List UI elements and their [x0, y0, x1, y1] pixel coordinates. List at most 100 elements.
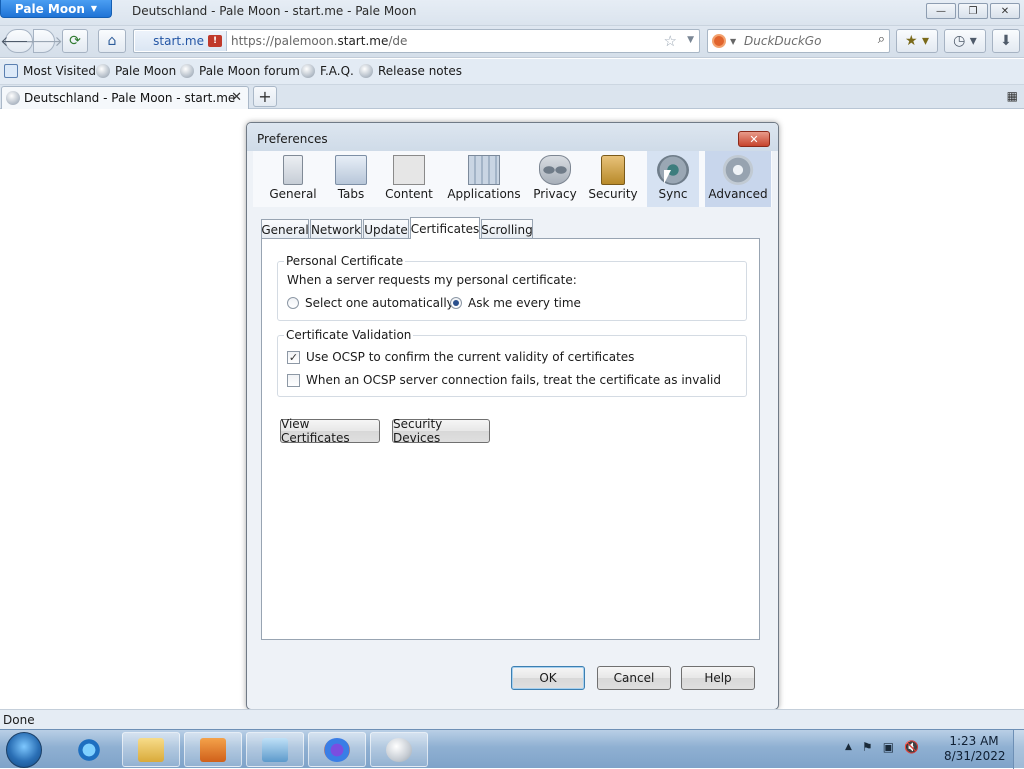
pane-privacy[interactable]: Privacy: [531, 151, 579, 207]
pane-content[interactable]: Content: [383, 151, 435, 207]
privacy-mask-icon: [539, 155, 571, 185]
new-tab-button[interactable]: +: [253, 86, 277, 107]
show-hidden-icons-button[interactable]: ▲: [845, 740, 852, 754]
taskbar-media-player[interactable]: [184, 732, 242, 767]
gear-icon: [722, 155, 754, 185]
home-button[interactable]: ⌂: [98, 29, 126, 53]
search-icon[interactable]: ⌕: [878, 32, 885, 47]
ok-button[interactable]: OK: [511, 666, 585, 690]
radio-button[interactable]: [287, 297, 299, 309]
start-button[interactable]: [6, 732, 42, 768]
duckduckgo-engine-icon[interactable]: [712, 34, 726, 48]
taskbar-file-explorer[interactable]: [122, 732, 180, 767]
volume-muted-icon[interactable]: 🔇: [904, 740, 919, 754]
pane-applications[interactable]: Applications: [445, 151, 523, 207]
system-clock[interactable]: 1:23 AM 8/31/2022: [944, 734, 1006, 764]
radio-label: Ask me every time: [468, 296, 581, 310]
padlock-icon: [601, 155, 625, 185]
history-button[interactable]: ◷ ▾: [944, 29, 986, 53]
cancel-button[interactable]: Cancel: [597, 666, 671, 690]
globe-icon: [301, 64, 315, 78]
app-menu-label: Pale Moon: [14, 1, 85, 16]
pale-moon-icon: [386, 737, 412, 762]
subtab-scrolling[interactable]: Scrolling: [481, 219, 533, 239]
mixed-content-warning-icon: !: [208, 35, 222, 47]
site-identity-button[interactable]: start.me !: [135, 31, 227, 51]
taskbar-pale-moon[interactable]: [370, 732, 428, 767]
url-domain: start.me: [337, 34, 389, 48]
checkbox-label: Use OCSP to confirm the current validity…: [306, 350, 635, 364]
group-legend: Certificate Validation: [284, 328, 414, 342]
view-certificates-button[interactable]: View Certificates: [280, 417, 380, 445]
checkbox-ocsp-fail-invalid[interactable]: When an OCSP server connection fails, tr…: [287, 373, 721, 387]
address-bar[interactable]: start.me ! https://palemoon.start.me/de …: [133, 29, 700, 53]
taskbar-internet-explorer[interactable]: [60, 732, 118, 767]
bookmark-page-star-icon[interactable]: ☆: [664, 32, 677, 50]
radio-ask-every-time[interactable]: Ask me every time: [450, 296, 581, 310]
minimize-button[interactable]: —: [926, 3, 956, 19]
subtab-general[interactable]: General: [261, 219, 309, 239]
checkmark-icon[interactable]: ✓: [287, 350, 300, 364]
bookmark-pale-moon[interactable]: Pale Moon: [96, 64, 176, 78]
pane-label: General: [269, 187, 317, 201]
pane-label: Tabs: [337, 187, 365, 201]
search-bar[interactable]: ▼ DuckDuckGo ⌕: [707, 29, 890, 53]
bookmark-faq[interactable]: F.A.Q.: [301, 64, 354, 78]
most-visited-folder-icon: [4, 64, 18, 78]
firefox-icon: [324, 737, 350, 762]
close-tab-icon[interactable]: ✕: [231, 90, 242, 105]
checkbox[interactable]: [287, 373, 300, 387]
bookmark-label: Pale Moon forum: [199, 64, 300, 78]
dialog-close-button[interactable]: ✕: [738, 131, 770, 147]
security-devices-button[interactable]: Security Devices: [392, 417, 490, 445]
close-icon: ✕: [749, 132, 759, 146]
downloads-button[interactable]: ⬇: [992, 29, 1020, 53]
app-menu-button[interactable]: Pale Moon ▼: [0, 0, 112, 18]
pane-label: Privacy: [533, 187, 577, 201]
maximize-button[interactable]: ❐: [958, 3, 988, 19]
bookmark-release-notes[interactable]: Release notes: [359, 64, 462, 78]
internet-explorer-icon: [76, 737, 102, 762]
taskbar-control-panel[interactable]: [246, 732, 304, 767]
content-pane-icon: [393, 155, 425, 185]
pane-advanced[interactable]: Advanced: [705, 151, 771, 207]
help-button[interactable]: Help: [681, 666, 755, 690]
bookmark-pale-moon-forum[interactable]: Pale Moon forum: [180, 64, 300, 78]
pane-sync[interactable]: Sync: [647, 151, 699, 207]
subtab-update[interactable]: Update: [363, 219, 409, 239]
pane-label: Security: [588, 187, 638, 201]
bookmark-label: Release notes: [378, 64, 462, 78]
reload-icon: ⟳: [69, 33, 81, 49]
radio-button[interactable]: [450, 297, 462, 309]
bookmark-most-visited[interactable]: Most Visited: [4, 64, 96, 78]
taskbar-firefox[interactable]: [308, 732, 366, 767]
notification-area: ▲ ⚑ ▣ 🔇: [845, 740, 919, 754]
action-center-flag-icon[interactable]: ⚑: [862, 740, 873, 754]
search-placeholder: DuckDuckGo: [744, 34, 822, 48]
reload-button[interactable]: ⟳: [62, 29, 88, 53]
forward-button[interactable]: 🡒: [25, 29, 63, 53]
url-history-dropdown-icon[interactable]: ▼: [687, 35, 694, 45]
network-icon[interactable]: ▣: [883, 740, 894, 754]
status-text: Done: [3, 713, 35, 727]
bookmarks-menu-button[interactable]: ★ ▾: [896, 29, 938, 53]
pane-label: Content: [385, 187, 433, 201]
home-icon: ⌂: [107, 33, 117, 49]
radio-select-automatically[interactable]: Select one automatically: [287, 296, 454, 310]
chevron-down-icon: ▼: [730, 37, 737, 46]
browser-tab[interactable]: Deutschland - Pale Moon - start.me ✕: [1, 86, 249, 109]
globe-icon: [96, 64, 110, 78]
preference-pane-selector: General Tabs Content Applications Privac…: [253, 151, 772, 207]
forward-arrow-icon: 🡒: [25, 33, 63, 50]
tab-list-icon[interactable]: ▦: [1007, 89, 1018, 103]
pane-security[interactable]: Security: [585, 151, 641, 207]
subtab-network[interactable]: Network: [310, 219, 362, 239]
pane-tabs[interactable]: Tabs: [329, 151, 373, 207]
close-window-button[interactable]: ✕: [990, 3, 1020, 19]
pane-general[interactable]: General: [267, 151, 319, 207]
show-desktop-button[interactable]: [1013, 730, 1024, 769]
subtab-certificates[interactable]: Certificates: [410, 217, 480, 239]
checkbox-use-ocsp[interactable]: ✓ Use OCSP to confirm the current validi…: [287, 350, 634, 364]
globe-icon: [180, 64, 194, 78]
personal-certificate-prompt: When a server requests my personal certi…: [287, 273, 577, 287]
